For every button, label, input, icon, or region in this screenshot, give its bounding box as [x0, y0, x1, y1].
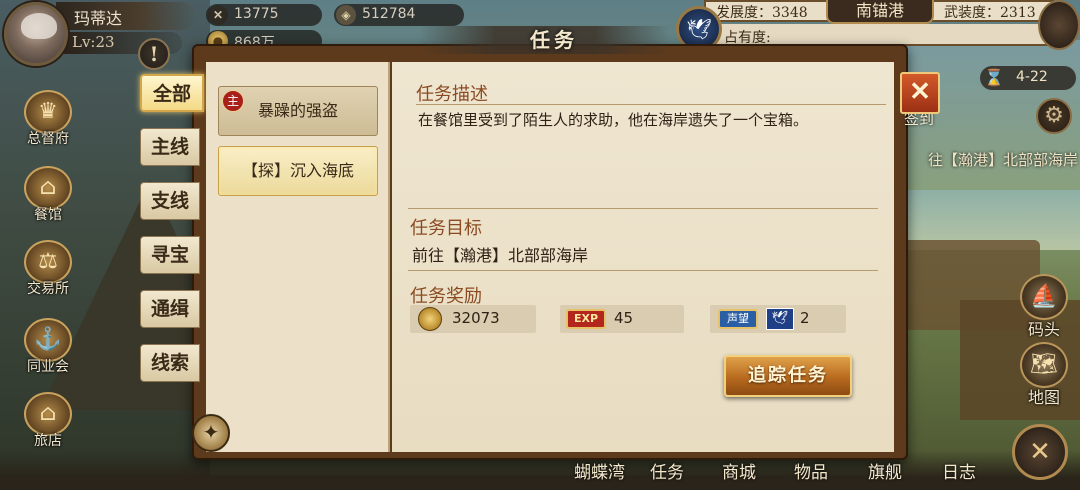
right-menu-map[interactable]: 🗺 地图 — [1016, 342, 1072, 408]
bird-flag-icon: 🕊 — [766, 308, 794, 330]
divider — [408, 208, 878, 209]
map-scroll-icon: 🗺 — [1020, 342, 1068, 388]
nav-shop[interactable]: 商城 — [722, 458, 756, 483]
quest-item-1[interactable]: 暴躁的强盗 — [218, 86, 378, 136]
exp-icon: EXP — [566, 309, 606, 329]
nav-items[interactable]: 物品 — [794, 458, 828, 483]
left-menu-label: 餐馆 — [34, 207, 62, 223]
quest-item-2[interactable]: 【探】沉入海底 — [218, 146, 378, 196]
tab-main[interactable]: 主线 — [140, 128, 200, 166]
gold-coin-icon — [418, 307, 442, 331]
player-avatar[interactable] — [4, 2, 68, 66]
port-emblem-icon — [1038, 0, 1080, 50]
tab-clues[interactable]: 线索 — [140, 344, 200, 382]
desc-title: 任务描述 — [416, 84, 488, 105]
quest-item-label: 暴躁的强盗 — [257, 101, 338, 120]
left-menu-label: 总督府 — [27, 131, 69, 147]
left-menu-exchange[interactable]: ⚖ 交易所 — [20, 240, 76, 298]
avatar-hair — [21, 13, 57, 39]
nav-quests[interactable]: 任务 — [650, 458, 684, 483]
tracked-quest-text[interactable]: 往【瀚港】北部部海岸 — [908, 148, 1078, 172]
main-quest-badge: 主 — [222, 90, 244, 112]
event-timer[interactable]: ⌛ 4-22 — [980, 66, 1076, 90]
cargo-icon: ◈ — [336, 5, 356, 25]
right-menu-label: 地图 — [1027, 388, 1060, 407]
close-icon[interactable]: ✕ — [900, 72, 940, 114]
dock-icon: ⛵ — [1020, 274, 1068, 320]
compass-icon[interactable]: ✦ — [192, 414, 230, 452]
nav-butterfly-bay[interactable]: 蝴蝶湾 — [574, 458, 625, 483]
left-menu-inn[interactable]: ⌂ 旅店 — [20, 392, 76, 450]
player-name: 玛蒂达 — [74, 9, 123, 28]
resource-value-2: 512784 — [362, 6, 416, 22]
timer-value: 4-22 — [1016, 69, 1048, 85]
reward-rep-value: 2 — [800, 309, 810, 327]
quest-description: 在餐馆里受到了陌生人的求助，他在海岸遗失了一个宝箱。 — [418, 111, 809, 129]
gear-icon[interactable]: ⚙ — [1036, 98, 1072, 134]
armament-label: 武装度：2313 — [944, 5, 1036, 21]
resource-bar-1: ✕ 13775 — [206, 4, 322, 26]
left-menu-label: 旅店 — [34, 433, 62, 449]
reward-exp-value: 45 — [614, 309, 634, 327]
left-menu-restaurant[interactable]: ⌂ 餐馆 — [20, 166, 76, 224]
reputation-icon: 声望 — [718, 309, 758, 329]
tab-side[interactable]: 支线 — [140, 182, 200, 220]
reward-reputation: 声望 🕊 2 — [710, 305, 846, 333]
quest-target: 前往【瀚港】北部部海岸 — [412, 246, 589, 265]
divider — [408, 270, 878, 271]
crossed-swords-icon[interactable]: ✕ — [1012, 424, 1068, 480]
divider — [416, 104, 886, 105]
left-menu-label: 交易所 — [27, 281, 69, 297]
nav-log[interactable]: 日志 — [942, 458, 976, 483]
player-level: Lv:23 — [72, 33, 115, 51]
left-menu-label: 同业会 — [27, 359, 69, 375]
alert-icon[interactable]: ! — [138, 38, 170, 70]
left-menu-guild[interactable]: ⚓ 同业会 — [20, 318, 76, 376]
quest-item-label: 【探】沉入海底 — [241, 161, 354, 180]
panel-title: 任务 — [530, 28, 578, 52]
hourglass-icon: ⌛ — [984, 68, 1004, 87]
track-quest-button[interactable]: 追踪任务 — [724, 355, 852, 397]
resource-bar-2: ◈ 512784 — [334, 4, 464, 26]
tab-treasure[interactable]: 寻宝 — [140, 236, 200, 274]
left-menu-governor[interactable]: ♛ 总督府 — [20, 90, 76, 148]
reward-gold: 32073 — [410, 305, 536, 333]
reward-exp: EXP 45 — [560, 305, 684, 333]
tab-all[interactable]: 全部 — [140, 74, 204, 112]
right-menu-dock[interactable]: ⛵ 码头 — [1016, 274, 1072, 340]
development-label: 发展度：3348 — [716, 5, 808, 21]
tab-wanted[interactable]: 通缉 — [140, 290, 200, 328]
nav-flagship[interactable]: 旗舰 — [868, 458, 902, 483]
target-title: 任务目标 — [410, 218, 482, 239]
reward-gold-value: 32073 — [452, 309, 500, 327]
port-name: 南锚港 — [826, 0, 934, 24]
right-menu-label: 码头 — [1027, 320, 1060, 339]
swords-icon: ✕ — [208, 5, 228, 25]
resource-value-1: 13775 — [234, 6, 279, 22]
